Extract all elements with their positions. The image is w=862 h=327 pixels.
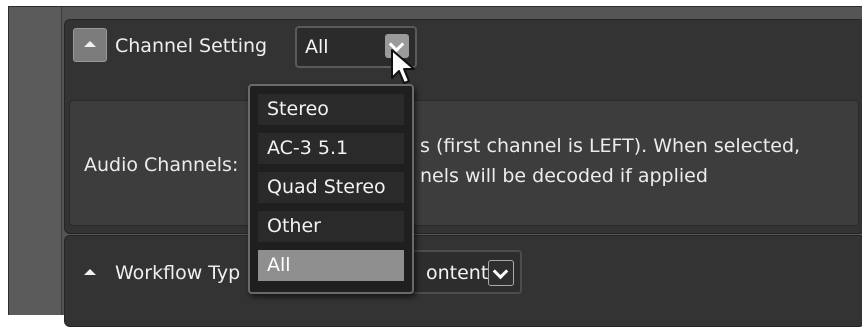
mouse-pointer-icon	[391, 49, 415, 84]
option-other[interactable]: Other	[258, 211, 404, 242]
channel-setting-title: Channel Setting	[115, 35, 268, 57]
dropdown-toggle[interactable]	[488, 260, 514, 286]
channel-setting-section: Channel Setting All Audio Channels: s (f…	[64, 19, 862, 234]
option-quad-stereo[interactable]: Quad Stereo	[258, 172, 404, 203]
audio-channels-description: s (first channel is LEFT). When selected…	[420, 131, 800, 191]
option-stereo[interactable]: Stereo	[258, 94, 404, 125]
workflow-type-value: ontent	[426, 262, 489, 284]
chevron-up-icon	[84, 41, 96, 47]
description-line-1: s (first channel is LEFT). When selected…	[420, 135, 801, 157]
chevron-up-icon	[84, 269, 96, 275]
option-all[interactable]: All	[258, 250, 404, 281]
collapse-channel-setting-button[interactable]	[73, 28, 107, 62]
chevron-down-icon	[492, 263, 509, 280]
workflow-type-title: Workflow Typ	[115, 262, 241, 284]
audio-channels-label: Audio Channels:	[84, 154, 239, 176]
left-gutter	[9, 7, 62, 315]
settings-panel: Channel Setting All Audio Channels: s (f…	[8, 6, 862, 327]
channel-setting-body: Audio Channels: s (first channel is LEFT…	[69, 100, 859, 226]
channel-options-list: Stereo AC-3 5.1 Quad Stereo Other All	[248, 84, 414, 294]
workflow-type-section: Workflow Typ ontent	[64, 235, 862, 327]
collapse-workflow-button[interactable]	[73, 256, 107, 290]
workflow-type-dropdown[interactable]: ontent	[404, 250, 522, 294]
option-ac3-5-1[interactable]: AC-3 5.1	[258, 133, 404, 164]
channel-setting-selected-value: All	[305, 36, 329, 58]
description-line-2: nels will be decoded if applied	[420, 165, 708, 187]
